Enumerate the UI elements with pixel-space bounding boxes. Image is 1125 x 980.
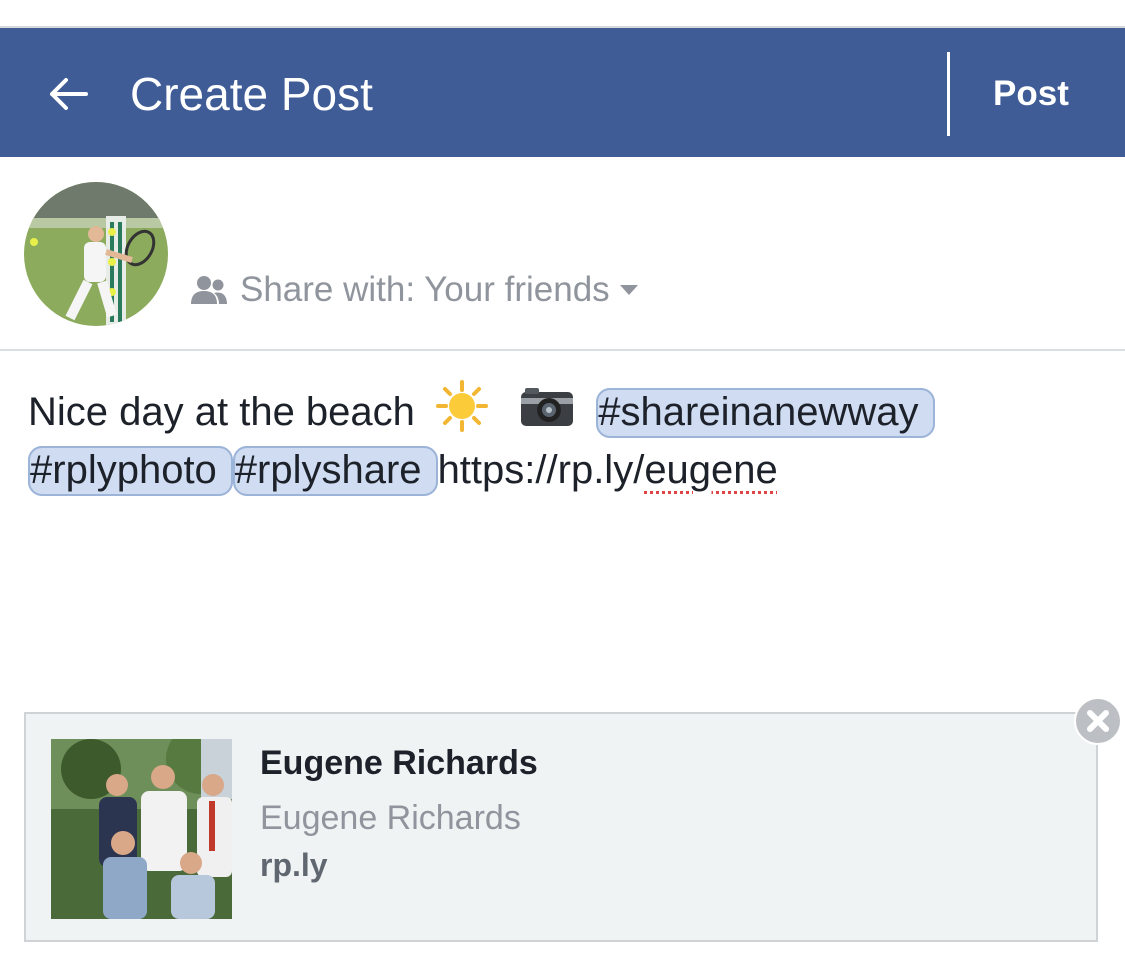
- url-text: https://rp.ly/: [437, 448, 645, 492]
- caret-down-icon: [619, 285, 638, 295]
- back-button[interactable]: [40, 66, 96, 122]
- avatar: [24, 182, 168, 326]
- post-text-input[interactable]: Nice day at the beach #shareinanewway #r…: [28, 380, 1108, 500]
- divider: [0, 349, 1125, 351]
- hashtag[interactable]: #rplyshare: [232, 446, 438, 496]
- audience-selector[interactable]: Share with: Your friends: [190, 268, 640, 312]
- sun-emoji: [436, 380, 489, 449]
- app-header: Create Post Post: [0, 28, 1125, 157]
- page-title: Create Post: [130, 68, 373, 120]
- close-icon: [1074, 697, 1122, 745]
- header-divider: [947, 52, 950, 136]
- hashtag[interactable]: #rplyphoto: [28, 446, 233, 496]
- post-button[interactable]: Post: [993, 74, 1069, 114]
- arrow-left-icon: [50, 78, 88, 110]
- link-preview-image: [51, 739, 232, 919]
- audience-label: Share with: Your friends: [240, 270, 610, 309]
- post-text: Nice day at the beach: [28, 390, 415, 435]
- url-text-misspelled: eugene: [644, 448, 778, 492]
- remove-preview-button[interactable]: [1073, 696, 1123, 746]
- hashtag[interactable]: #shareinanewway: [596, 388, 935, 439]
- link-description: Eugene Richards: [260, 799, 521, 837]
- people-icon: [191, 276, 227, 304]
- status-bar-area: [0, 0, 1125, 28]
- link-domain: rp.ly: [260, 847, 328, 883]
- link-title: Eugene Richards: [260, 744, 538, 782]
- camera-emoji: [519, 384, 575, 445]
- link-preview-card[interactable]: Eugene Richards Eugene Richards rp.ly: [24, 712, 1098, 942]
